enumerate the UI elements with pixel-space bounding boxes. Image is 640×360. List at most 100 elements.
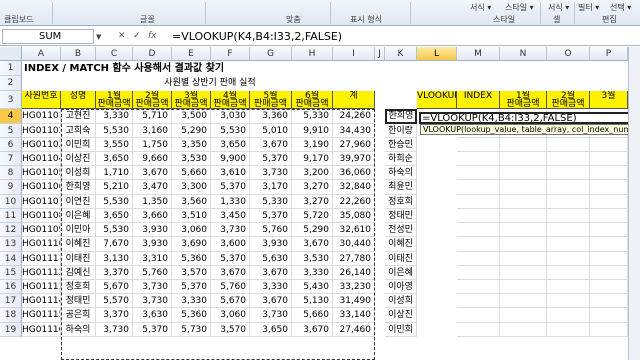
table-cell[interactable]: 5,760 (211, 280, 250, 294)
table-cell[interactable]: 3,170 (250, 180, 292, 195)
result-cell[interactable] (500, 252, 547, 266)
ribbon-style-label[interactable]: 스타일 ▾ (505, 2, 534, 13)
table-cell[interactable]: 3,330 (250, 280, 292, 294)
table-cell[interactable]: 3,330 (292, 266, 333, 280)
row-header-4[interactable]: 4 (0, 109, 22, 124)
row-header-16[interactable]: 16 (0, 280, 22, 294)
lookup-key-cell[interactable]: 이혜진 (385, 237, 417, 252)
table-cell[interactable]: 22,260 (333, 195, 375, 209)
column-header-a[interactable]: A (22, 47, 61, 61)
table-cell[interactable]: 5,370 (133, 323, 172, 337)
result-cell[interactable] (590, 252, 628, 266)
table-cell[interactable]: 5,370 (172, 280, 211, 294)
header-cell[interactable]: 성명 (61, 91, 96, 109)
table-cell[interactable]: 이상진 (61, 152, 96, 166)
table-cell[interactable]: HG01102 (22, 124, 61, 138)
table-cell[interactable]: 3,570 (172, 266, 211, 280)
table-cell[interactable]: 3,560 (172, 195, 211, 209)
table-cell[interactable]: 3,550 (96, 138, 133, 152)
lookup-header-cell[interactable]: VLOOKUP (417, 91, 457, 109)
table-cell[interactable]: HG01109 (22, 223, 61, 237)
ribbon-cell-format-label[interactable]: 서식 ▾ (548, 2, 569, 13)
table-cell[interactable]: 고희숙 (61, 124, 96, 138)
table-cell[interactable]: 26,140 (333, 266, 375, 280)
table-cell[interactable]: 33,230 (333, 280, 375, 294)
table-cell[interactable]: 31,490 (333, 294, 375, 308)
fx-icon[interactable]: fx (148, 31, 157, 41)
row-header-17[interactable]: 17 (0, 294, 22, 308)
result-cell[interactable] (590, 180, 628, 195)
table-cell[interactable]: 1,710 (96, 166, 133, 180)
table-cell[interactable]: 27,960 (333, 138, 375, 152)
column-header-p[interactable]: P (590, 47, 628, 61)
table-cell[interactable]: 3,730 (133, 280, 172, 294)
row-header-15[interactable]: 15 (0, 266, 22, 280)
lookup-key-cell[interactable]: 하숙의 (385, 166, 417, 180)
table-cell[interactable]: 30,440 (333, 237, 375, 252)
table-cell[interactable]: 5,670 (96, 280, 133, 294)
result-cell[interactable] (500, 195, 547, 209)
table-cell[interactable]: 3,650 (96, 209, 133, 223)
table-cell[interactable]: 한희영 (61, 180, 96, 195)
row-header-6[interactable]: 6 (0, 138, 22, 152)
table-cell[interactable]: 이연진 (61, 195, 96, 209)
table-cell[interactable]: 5,720 (292, 209, 333, 223)
table-cell[interactable]: 5,360 (172, 252, 211, 266)
table-cell[interactable]: 5,370 (211, 252, 250, 266)
ribbon-filter-label[interactable]: 필터 ▾ (578, 2, 599, 13)
table-cell[interactable]: 5,660 (172, 166, 211, 180)
lookup-key-cell[interactable]: 이민희 (385, 323, 417, 337)
result-cell[interactable] (500, 223, 547, 237)
column-header-c[interactable]: C (96, 47, 133, 61)
table-cell[interactable]: 5,130 (292, 294, 333, 308)
table-cell[interactable]: 5,370 (250, 152, 292, 166)
row-header-13[interactable]: 13 (0, 237, 22, 252)
table-cell[interactable]: 3,130 (96, 252, 133, 266)
result-cell[interactable] (500, 138, 547, 152)
table-cell[interactable]: 5,330 (292, 109, 333, 124)
table-cell[interactable]: HG01114 (22, 294, 61, 308)
header-cell[interactable]: 사원번호 (22, 91, 61, 109)
table-cell[interactable]: 3,930 (250, 237, 292, 252)
column-header-i[interactable]: I (333, 47, 375, 61)
table-cell[interactable]: 33,140 (333, 308, 375, 323)
table-cell[interactable]: 3,370 (96, 308, 133, 323)
table-cell[interactable]: 5,630 (250, 252, 292, 266)
result-cell[interactable] (590, 294, 628, 308)
table-cell[interactable]: 이성희 (61, 166, 96, 180)
header-cell[interactable]: 6월 판매금액 (292, 91, 333, 109)
column-header-l[interactable]: L (417, 47, 457, 61)
row-header-1[interactable]: 1 (0, 61, 22, 76)
result-cell[interactable] (547, 166, 590, 180)
table-cell[interactable]: 3,650 (250, 323, 292, 337)
column-header-b[interactable]: B (61, 47, 96, 61)
table-cell[interactable]: 35,080 (333, 209, 375, 223)
table-cell[interactable]: 3,530 (292, 252, 333, 266)
table-cell[interactable]: HG01115 (22, 308, 61, 323)
result-cell[interactable] (457, 223, 500, 237)
table-cell[interactable]: 3,650 (96, 152, 133, 166)
table-cell[interactable]: 3,510 (172, 209, 211, 223)
row-header-2[interactable]: 2 (0, 76, 22, 91)
header-cell[interactable]: 3월 판매금액 (172, 91, 211, 109)
column-header-n[interactable]: N (500, 47, 547, 61)
table-cell[interactable]: 3,300 (172, 180, 211, 195)
table-cell[interactable]: 1,330 (211, 195, 250, 209)
table-cell[interactable]: 3,930 (133, 237, 172, 252)
result-cell[interactable] (500, 209, 547, 223)
table-cell[interactable]: 9,170 (292, 152, 333, 166)
table-cell[interactable]: 3,930 (133, 223, 172, 237)
table-cell[interactable]: 5,430 (292, 280, 333, 294)
table-cell[interactable]: 5,530 (96, 223, 133, 237)
table-cell[interactable]: 5,290 (292, 223, 333, 237)
header-cell[interactable]: 2월 판매금액 (133, 91, 172, 109)
table-cell[interactable]: 3,330 (172, 294, 211, 308)
table-cell[interactable]: 3,360 (250, 109, 292, 124)
result-cell[interactable] (500, 308, 547, 323)
result-cell[interactable] (547, 280, 590, 294)
table-cell[interactable]: 3,160 (133, 124, 172, 138)
table-cell[interactable]: HG01108 (22, 209, 61, 223)
ribbon-format-label[interactable]: 서식 ▾ (470, 2, 491, 13)
table-cell[interactable]: 5,670 (211, 294, 250, 308)
lookup-key-cell[interactable]: 최윤민 (385, 180, 417, 195)
